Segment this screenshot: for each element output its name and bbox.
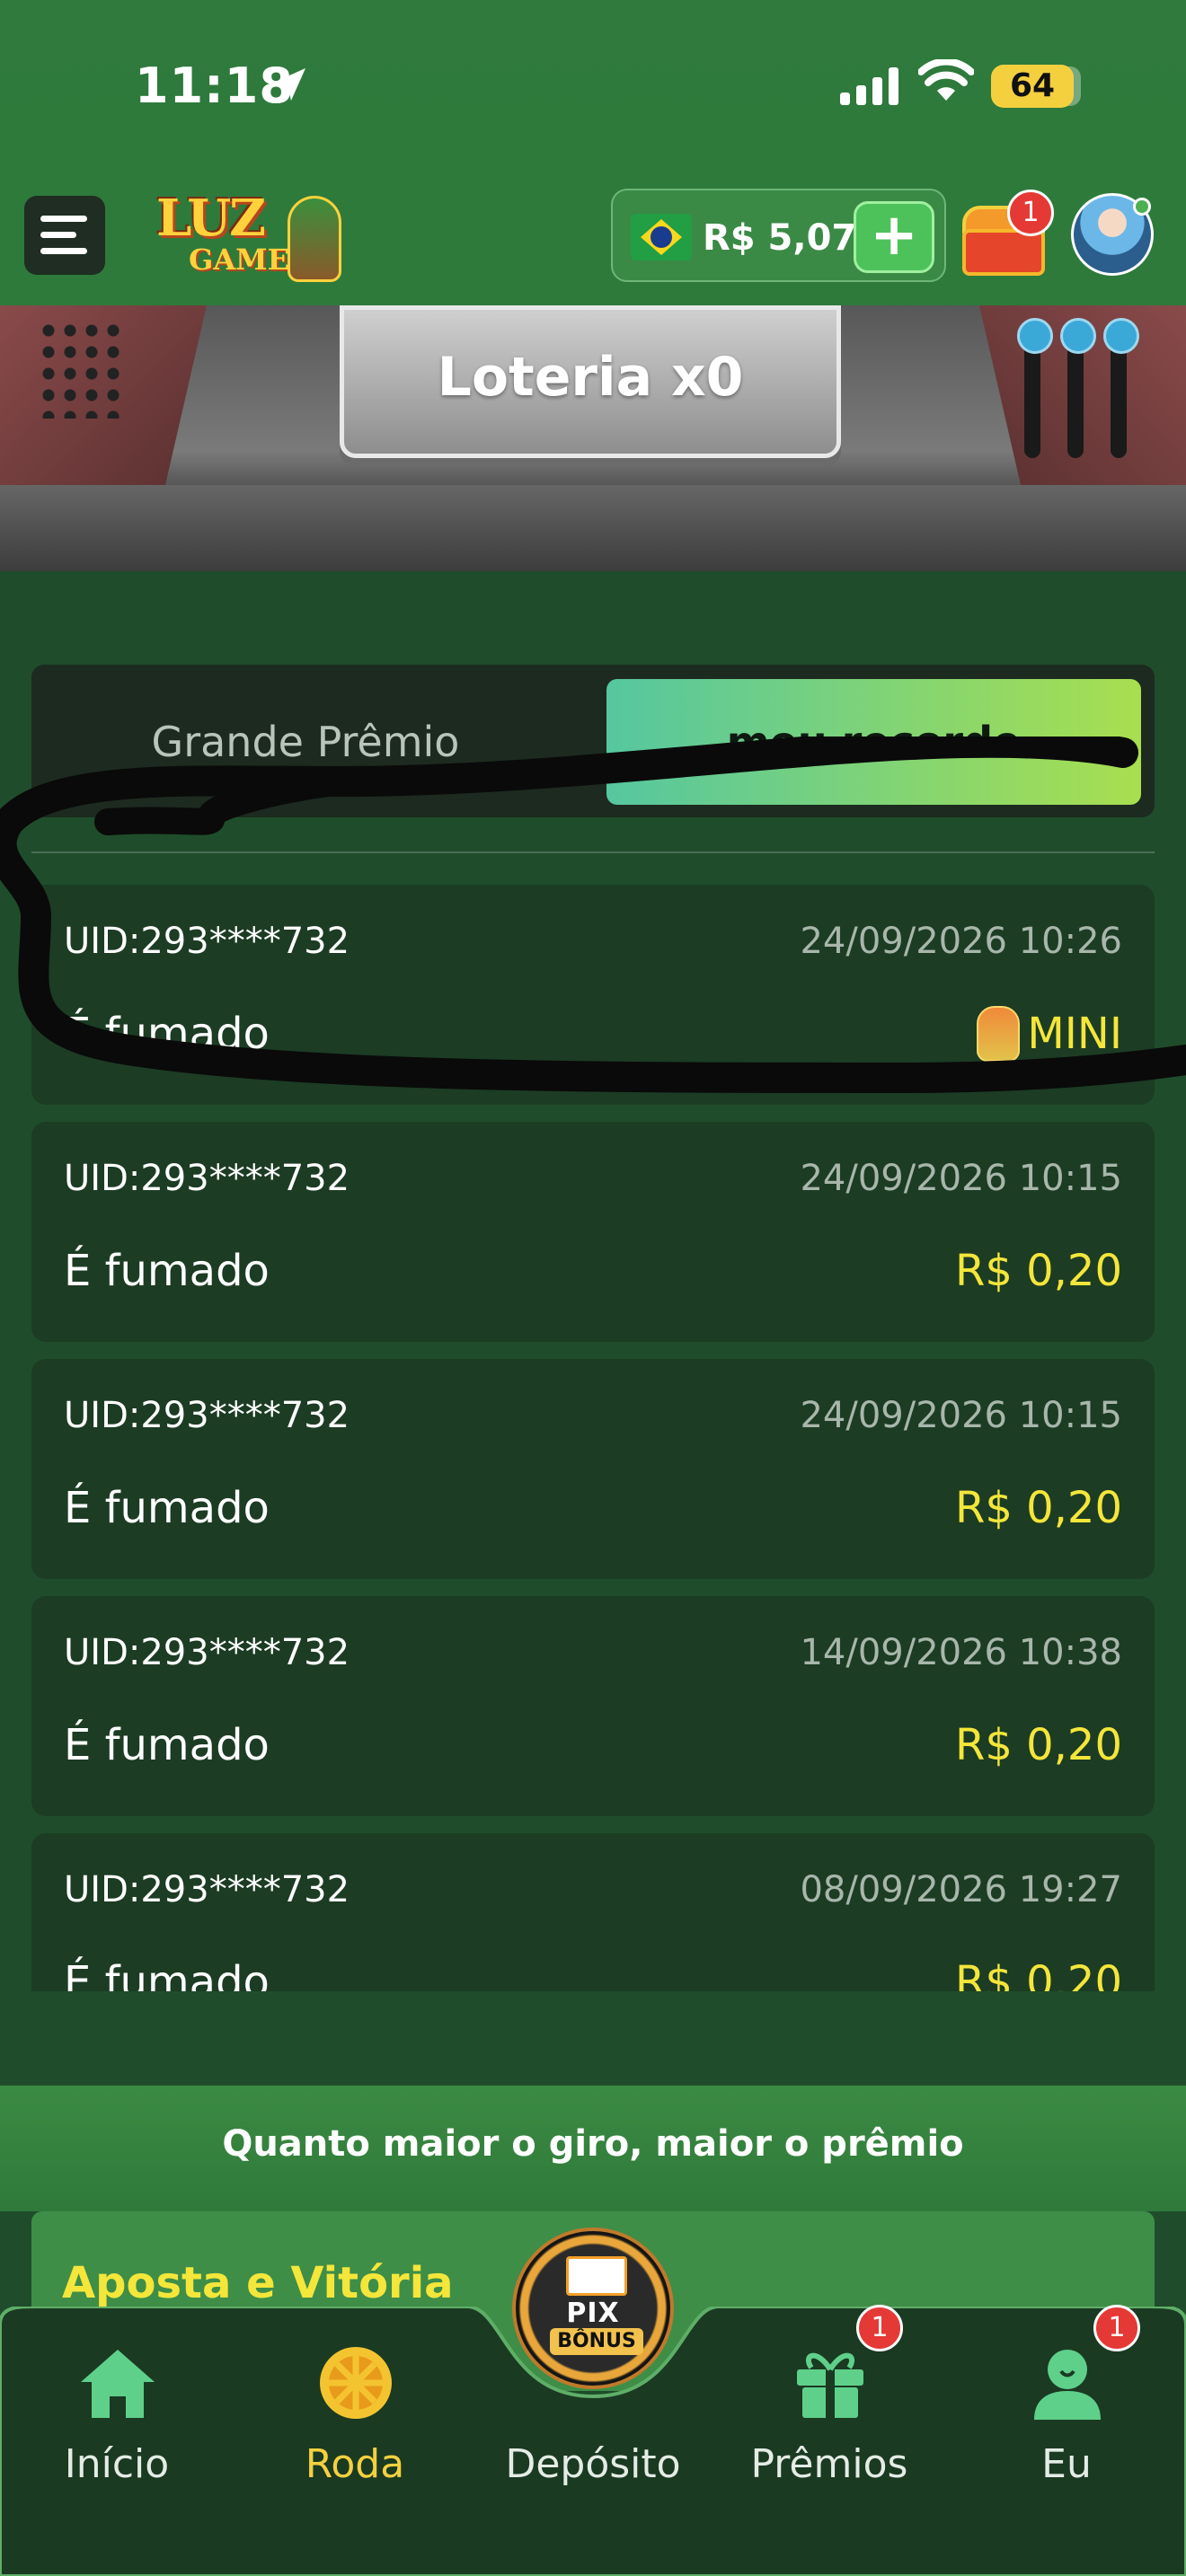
promo-text: Quanto maior o giro, maior o prêmio [222,2123,964,2165]
add-funds-button[interactable]: + [854,201,934,273]
menu-icon [40,216,87,222]
record-amount: R$ 0,20 [954,1246,1122,1296]
record-amount: R$ 0,20 [954,1483,1122,1533]
online-indicator [1133,198,1151,216]
nav-item-inicio[interactable]: Início [18,2325,216,2504]
divider [31,851,1155,853]
nav-item-premios[interactable]: 1 Prêmios [730,2305,928,2504]
list-item: UID:293****732 24/09/2026 10:26 É fumado… [31,885,1155,1105]
record-type: É fumado [64,1246,270,1296]
records-list[interactable]: UID:293****732 24/09/2026 10:26 É fumado… [31,885,1155,1991]
record-amount: R$ 0,20 [954,1720,1122,1770]
wheel-icon [320,2347,392,2419]
brazil-flag-icon [631,214,692,260]
record-type: É fumado [64,1957,270,1991]
pix-bonus-button[interactable]: PIX BÔNUS [512,2228,674,2389]
record-uid: UID:293****732 [64,1869,350,1910]
nav-item-eu[interactable]: 1 Eu [968,2305,1165,2504]
battery-indicator: 64 [991,65,1074,108]
record-amount: MINI [1027,1009,1122,1059]
record-uid: UID:293****732 [64,1632,350,1673]
cellular-signal-icon [840,67,898,105]
tab-my-record[interactable]: meu recorde [606,679,1141,805]
lottery-button-label: Loteria x0 [437,346,744,409]
gift-icon [797,2352,863,2418]
record-tabs: Grande Prêmio meu recorde [31,665,1155,817]
record-amount: R$ 0,20 [954,1957,1122,1991]
list-item: UID:293****732 24/09/2026 10:15 É fumado… [31,1359,1155,1579]
promo-bar: Quanto maior o giro, maior o prêmio [0,2086,1186,2211]
avatar[interactable] [1071,193,1154,276]
status-bar: 11:18 64 [0,0,1186,171]
eu-badge: 1 [1093,2305,1140,2351]
slider-icon [1017,318,1053,458]
wifi-icon [918,59,974,101]
treasure-chest-button[interactable]: 1 [957,190,1054,278]
tab-grand-prize[interactable]: Grande Prêmio [31,679,580,805]
nav-item-roda[interactable]: Roda [256,2325,454,2504]
premios-badge: 1 [856,2305,903,2351]
record-date: 24/09/2026 10:26 [800,921,1122,962]
pix-envelope-icon [566,2256,627,2296]
menu-button[interactable] [24,196,105,275]
lottery-button[interactable]: Loteria x0 [340,305,841,458]
user-icon [1034,2350,1101,2420]
record-uid: UID:293****732 [64,1158,350,1199]
mascot-icon [288,196,341,282]
record-type: É fumado [64,1483,270,1533]
mini-prize-icon [977,1006,1020,1062]
record-date: 14/09/2026 10:38 [800,1632,1122,1673]
luz-games-logo[interactable]: LUZ GAMES [153,189,346,287]
lottery-banner: Loteria x0 [0,305,1186,571]
record-date: 24/09/2026 10:15 [800,1158,1122,1199]
app-header: LUZ GAMES R$ 5,07 + 1 [0,171,1186,305]
record-date: 08/09/2026 19:27 [800,1869,1122,1910]
home-icon [81,2350,155,2418]
notification-badge: 1 [1007,190,1054,236]
list-item: UID:293****732 08/09/2026 19:27 É fumado… [31,1833,1155,1991]
record-type: É fumado [64,1720,270,1770]
balance-pill[interactable]: R$ 5,07 + [611,189,946,282]
record-uid: UID:293****732 [64,921,350,962]
list-item: UID:293****732 14/09/2026 10:38 É fumado… [31,1596,1155,1816]
bet-card-title: Aposta e Vitória [62,2258,454,2308]
location-arrow-icon [273,68,305,101]
speaker-grille-icon [38,320,128,419]
record-uid: UID:293****732 [64,1395,350,1436]
balance-amount: R$ 5,07 [703,217,857,259]
record-date: 24/09/2026 10:15 [800,1395,1122,1436]
list-item: UID:293****732 24/09/2026 10:15 É fumado… [31,1122,1155,1342]
record-type: É fumado [64,1009,270,1059]
